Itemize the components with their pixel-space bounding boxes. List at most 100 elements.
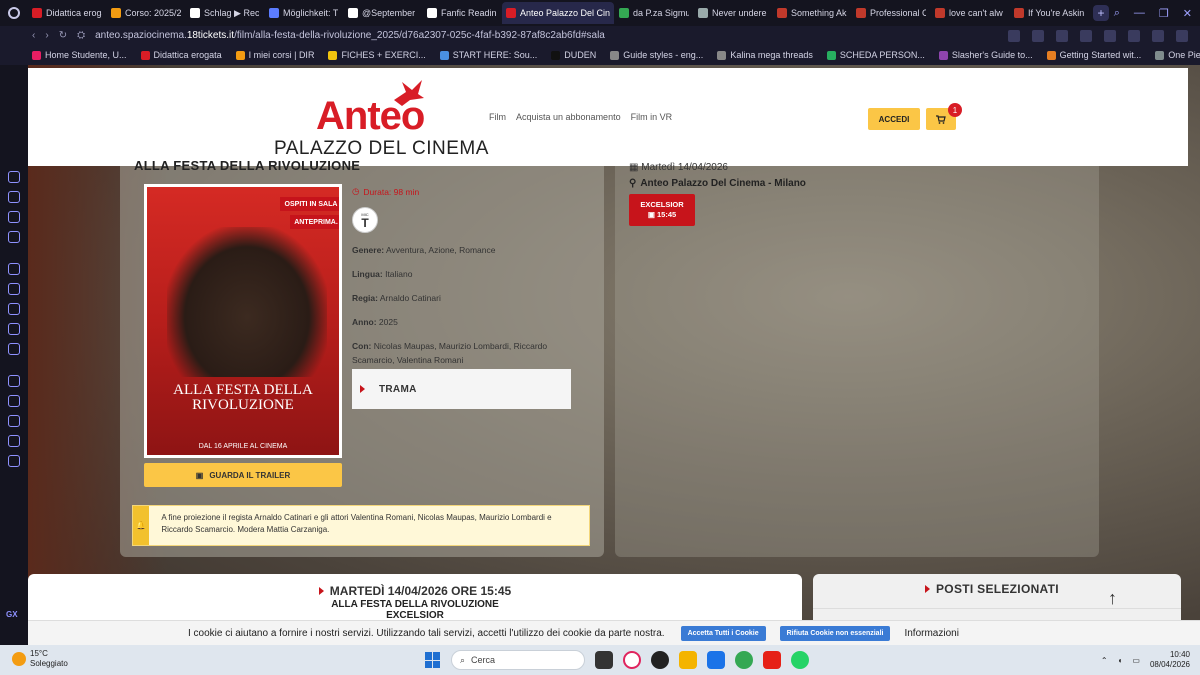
bookmark-item[interactable]: Didattica erogata bbox=[140, 50, 222, 60]
whatsapp-icon[interactable] bbox=[791, 651, 809, 669]
browser-tab[interactable]: If You're Askin bbox=[1010, 2, 1088, 24]
taskbar-search[interactable]: ⌕ Cerca bbox=[451, 650, 585, 670]
task-view-icon[interactable] bbox=[595, 651, 613, 669]
system-clock[interactable]: 10:40 08/04/2026 bbox=[1150, 650, 1190, 670]
forward-icon[interactable]: › bbox=[45, 30, 48, 41]
camera-icon[interactable] bbox=[1008, 29, 1020, 42]
accept-cookies-button[interactable]: Accetta Tutti i Cookie bbox=[680, 625, 766, 641]
twitch-icon[interactable] bbox=[8, 263, 20, 275]
discord-icon[interactable] bbox=[8, 343, 20, 355]
bookmark-item[interactable]: START HERE: Sou... bbox=[439, 50, 537, 60]
opera-gx-icon[interactable] bbox=[623, 651, 641, 669]
x-icon[interactable] bbox=[8, 323, 20, 335]
settings-icon[interactable] bbox=[8, 455, 20, 467]
media-player-icon[interactable] bbox=[651, 651, 669, 669]
film-title: ALLA FESTA DELLA RIVOLUZIONE bbox=[134, 158, 361, 173]
bookmark-item[interactable]: Slasher's Guide to... bbox=[938, 50, 1033, 60]
browser-tab[interactable]: @September bbox=[344, 2, 422, 24]
snapshot-icon[interactable] bbox=[1152, 29, 1164, 42]
nav-film[interactable]: Film bbox=[489, 112, 506, 122]
bookmark-item[interactable]: Getting Started wit... bbox=[1046, 50, 1141, 60]
battery-icon[interactable]: ▭ bbox=[1132, 656, 1140, 665]
bookmark-item[interactable]: DUDEN bbox=[551, 50, 596, 60]
watch-trailer-button[interactable]: ▣ GUARDA IL TRAILER bbox=[144, 463, 342, 487]
trama-toggle[interactable]: TRAMA bbox=[352, 369, 571, 409]
bookmark-item[interactable]: Kalina mega threads bbox=[717, 50, 813, 60]
bookmark-item[interactable]: Home Studente, U... bbox=[32, 50, 127, 60]
browser-tab[interactable]: Anteo Palazzo Del Cinem bbox=[502, 2, 614, 24]
reject-cookies-button[interactable]: Rifiuta Cookie non essenziali bbox=[779, 625, 891, 641]
download-icon[interactable] bbox=[1080, 29, 1092, 42]
cart-count-badge: 1 bbox=[948, 103, 962, 117]
bookmark-item[interactable]: SCHEDA PERSON... bbox=[826, 50, 925, 60]
login-button[interactable]: ACCEDI bbox=[868, 108, 920, 130]
shield-icon[interactable] bbox=[1056, 29, 1068, 42]
tab-favicon-icon bbox=[190, 8, 200, 18]
store-icon[interactable] bbox=[8, 231, 20, 243]
browser-tab[interactable]: da P.za Sigmu bbox=[615, 2, 693, 24]
bookmark-item[interactable]: One Piece timeline bbox=[1155, 50, 1200, 60]
telegram-icon[interactable] bbox=[8, 303, 20, 315]
nav-film-vr[interactable]: Film in VR bbox=[631, 112, 673, 122]
browser-tab[interactable]: Möglichkeit: T bbox=[265, 2, 343, 24]
tab-favicon-icon bbox=[348, 8, 358, 18]
file-explorer-icon[interactable] bbox=[679, 651, 697, 669]
spotify-icon[interactable] bbox=[8, 375, 20, 387]
send-icon[interactable] bbox=[8, 395, 20, 407]
news-icon[interactable] bbox=[8, 211, 20, 223]
bookmark-item[interactable]: I miei corsi | DIR bbox=[235, 50, 314, 60]
browser-tab[interactable]: Something Ak bbox=[773, 2, 851, 24]
bird-icon bbox=[394, 80, 424, 106]
browser-tab[interactable]: Never undere bbox=[694, 2, 772, 24]
reload-icon[interactable]: ↻ bbox=[59, 30, 67, 41]
youtube-icon[interactable] bbox=[763, 651, 781, 669]
opera-gx-menu-icon[interactable] bbox=[0, 0, 28, 26]
control-icon[interactable] bbox=[8, 435, 20, 447]
browser-tab[interactable]: Professional C bbox=[852, 2, 930, 24]
browser-tab[interactable]: Didattica erogata bbox=[28, 2, 106, 24]
poster-figures bbox=[167, 227, 327, 377]
bookmark-favicon-icon bbox=[235, 50, 245, 60]
search-icon[interactable]: ⌕ bbox=[1114, 7, 1120, 20]
calendar-icon[interactable] bbox=[707, 651, 725, 669]
browser-tab[interactable]: Corso: 2025/2 bbox=[107, 2, 185, 24]
bookmark-item[interactable]: Guide styles - eng... bbox=[610, 50, 703, 60]
tab-favicon-icon bbox=[619, 8, 629, 18]
menu-icon[interactable] bbox=[1176, 29, 1188, 42]
back-icon[interactable]: ‹ bbox=[32, 30, 35, 41]
browser-tab[interactable]: Fanfic Readin bbox=[423, 2, 501, 24]
show-date: ▦ Martedì 14/04/2026 bbox=[629, 162, 728, 173]
chrome-icon[interactable] bbox=[735, 651, 753, 669]
browser-tab[interactable]: love can't alw bbox=[931, 2, 1009, 24]
url-field[interactable]: anteo.spaziocinema.18tickets.it/film/all… bbox=[95, 30, 605, 41]
weather-widget[interactable]: 15°C Soleggiato bbox=[12, 649, 68, 669]
cookie-info-link[interactable]: Informazioni bbox=[904, 628, 958, 639]
tray-chevron-icon[interactable]: ⌃ bbox=[1101, 656, 1108, 665]
security-icon[interactable]: ⛭ bbox=[77, 30, 85, 41]
windows-start-icon[interactable] bbox=[425, 652, 441, 668]
nav-abbonamento[interactable]: Acquista un abbonamento bbox=[516, 112, 621, 122]
gx-corner-icon[interactable] bbox=[8, 171, 20, 183]
browser-tab[interactable]: Schlag ▶ Rec bbox=[186, 2, 264, 24]
film-panel: ALLA FESTA DELLA RIVOLUZIONE OSPITI IN S… bbox=[120, 158, 604, 557]
poster-ribbon-anteprima: ANTEPRIMA. bbox=[290, 215, 339, 229]
maximize-icon[interactable]: ❐ bbox=[1159, 7, 1169, 20]
cube-icon[interactable] bbox=[1128, 29, 1140, 42]
speed-dial-icon[interactable] bbox=[8, 191, 20, 203]
scroll-to-top-icon[interactable]: ↑ bbox=[1108, 588, 1117, 609]
new-tab-button[interactable]: + bbox=[1093, 5, 1109, 21]
volume-icon[interactable]: ◖ bbox=[1118, 656, 1123, 665]
showtime-button[interactable]: EXCELSIOR ▣ 15:45 bbox=[629, 194, 695, 226]
bookmark-item[interactable]: FICHES + EXERCI... bbox=[328, 50, 426, 60]
extension-icon[interactable] bbox=[1104, 29, 1116, 42]
bookmark-icon[interactable] bbox=[1032, 29, 1044, 42]
tab-favicon-icon bbox=[935, 8, 945, 18]
close-icon[interactable]: ✕ bbox=[1183, 7, 1192, 20]
player-icon[interactable] bbox=[8, 415, 20, 427]
cookie-banner: I cookie ci aiutano a fornire i nostri s… bbox=[28, 620, 1200, 645]
minimize-icon[interactable]: — bbox=[1134, 7, 1145, 20]
anteo-logo[interactable]: Anteo PALAZZO DEL CINEMA bbox=[274, 78, 488, 160]
system-tray: ⌃ ◖ ▭ 10:40 08/04/2026 bbox=[1101, 650, 1190, 670]
whatsapp-icon[interactable] bbox=[8, 283, 20, 295]
bookmark-favicon-icon bbox=[439, 50, 449, 60]
